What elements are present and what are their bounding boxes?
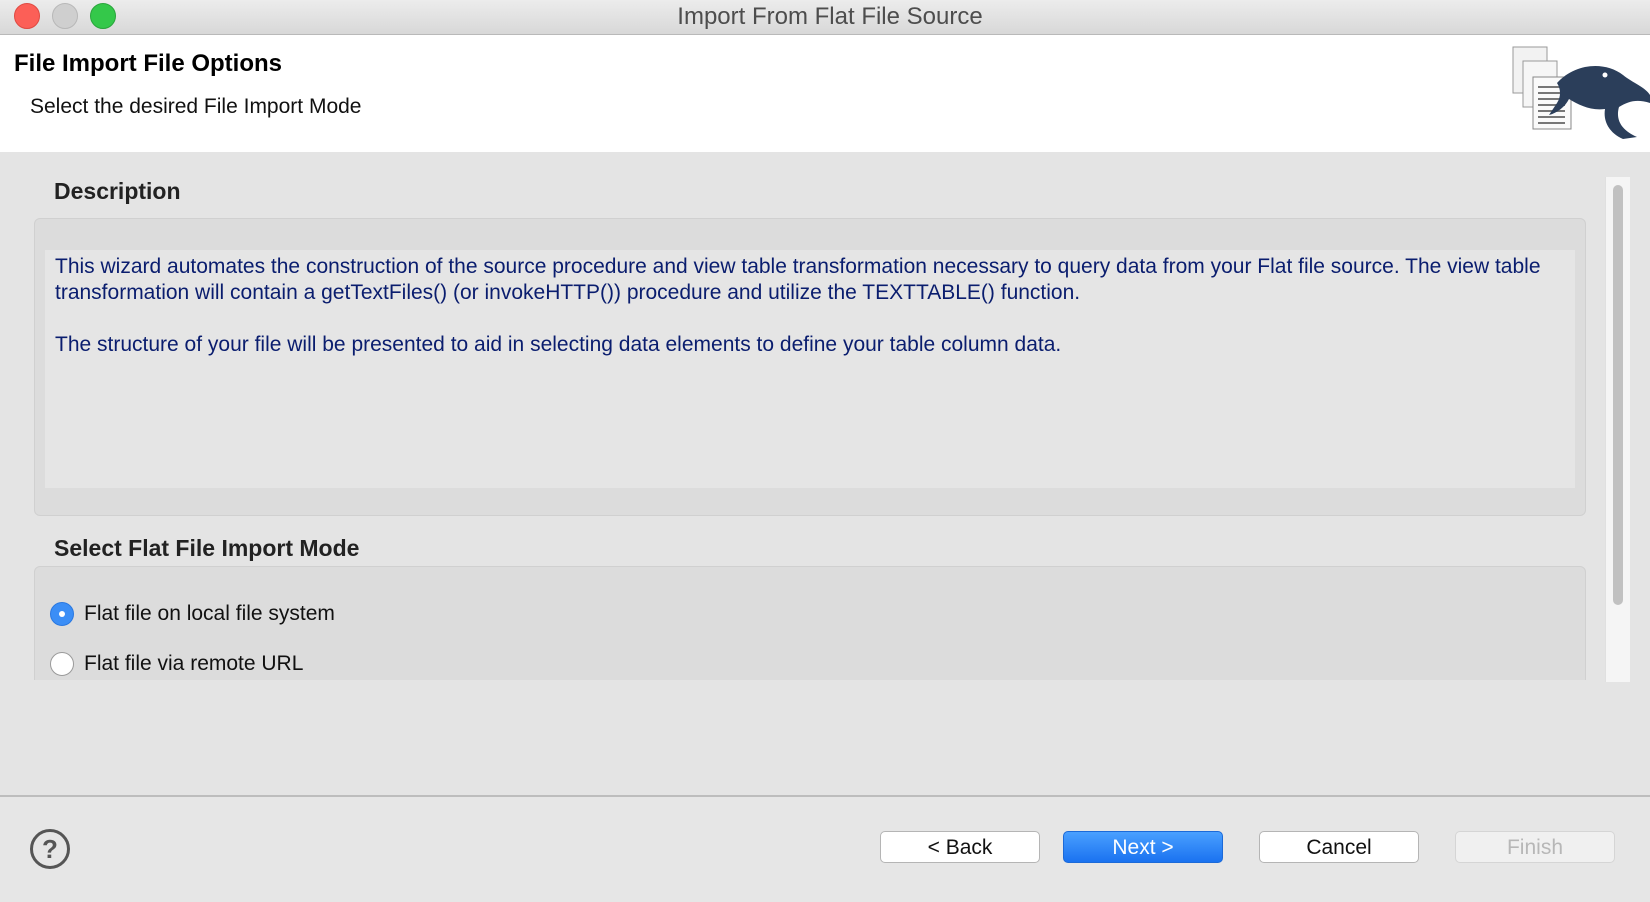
- radio-local-file-label[interactable]: Flat file on local file system: [84, 602, 335, 626]
- radio-remote-url[interactable]: Flat file via remote URL: [50, 652, 303, 676]
- page-title: File Import File Options: [14, 50, 283, 77]
- radio-selected-icon[interactable]: [50, 602, 74, 626]
- radio-unselected-icon[interactable]: [50, 652, 74, 676]
- description-label: Description: [54, 178, 181, 204]
- question-mark-icon[interactable]: ?: [30, 829, 70, 869]
- title-bar: Import From Flat File Source: [0, 0, 1650, 35]
- finish-button: Finish: [1455, 831, 1615, 863]
- description-paragraph: The structure of your file will be prese…: [55, 333, 1062, 356]
- description-paragraph: This wizard automates the construction o…: [55, 255, 1541, 304]
- wizard-header: File Import File Options Select the desi…: [0, 35, 1650, 154]
- scrollbar-thumb[interactable]: [1613, 185, 1623, 605]
- cancel-button[interactable]: Cancel: [1259, 831, 1419, 863]
- radio-local-file[interactable]: Flat file on local file system: [50, 602, 335, 626]
- wizard-footer: ? < Back Next > Cancel Finish: [0, 795, 1650, 902]
- radio-remote-url-label[interactable]: Flat file via remote URL: [84, 652, 303, 676]
- next-button[interactable]: Next >: [1063, 831, 1223, 863]
- files-with-lizard-icon: [1512, 46, 1650, 139]
- window-title: Import From Flat File Source: [677, 3, 983, 30]
- page-subtitle: Select the desired File Import Mode: [30, 95, 362, 118]
- description-text: This wizard automates the construction o…: [45, 250, 1575, 488]
- back-button[interactable]: < Back: [880, 831, 1040, 863]
- vertical-scrollbar[interactable]: [1605, 177, 1630, 682]
- options-scroll-area[interactable]: Description This wizard automates the co…: [0, 152, 1605, 680]
- wizard-content: Description This wizard automates the co…: [0, 152, 1650, 795]
- import-mode-label: Select Flat File Import Mode: [54, 535, 360, 561]
